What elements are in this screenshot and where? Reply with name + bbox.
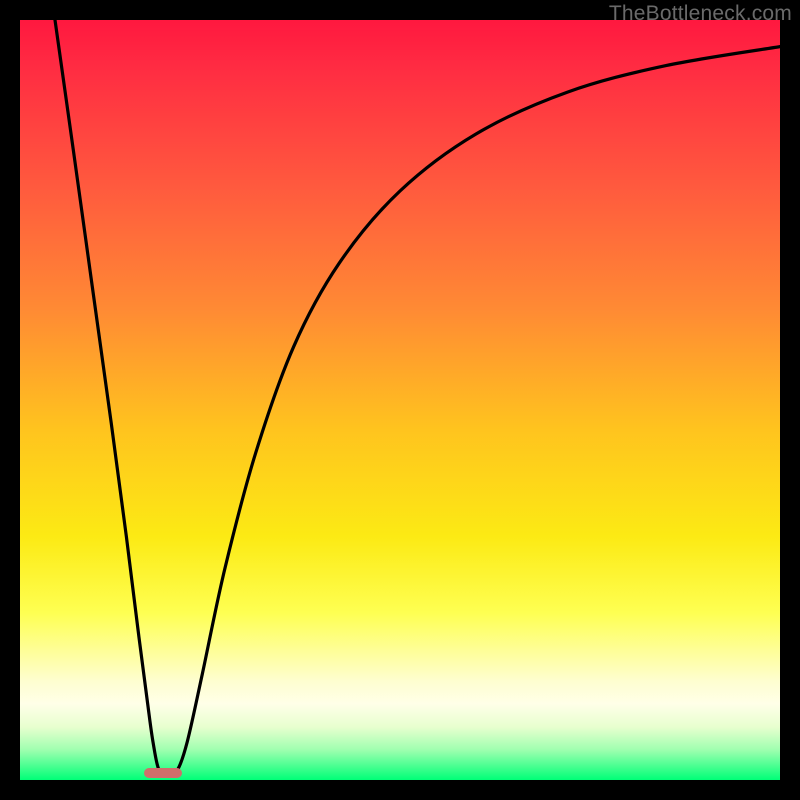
- optimal-marker: [144, 768, 183, 779]
- chart-frame: [20, 20, 780, 780]
- watermark-text: TheBottleneck.com: [609, 2, 792, 26]
- bottleneck-curve: [20, 20, 780, 780]
